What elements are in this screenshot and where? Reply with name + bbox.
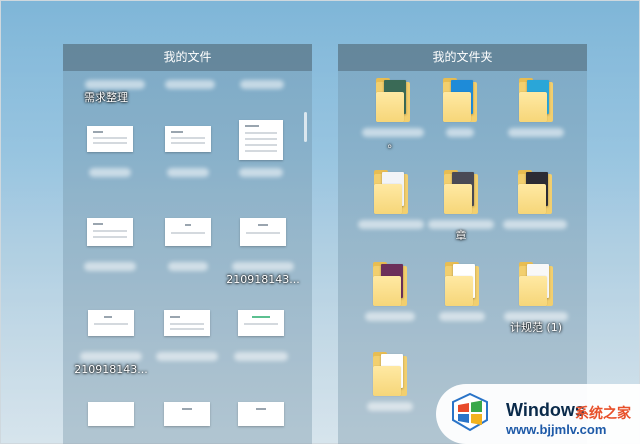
folder-label-blurred [428,220,494,229]
folder-label-blurred [508,128,564,137]
my-files-scrollbar[interactable] [304,112,307,142]
file-thumbnail [165,126,211,152]
file-label-blurred [167,168,209,177]
folder-label-blurred [446,128,474,137]
file-label-blurred [234,352,288,361]
file-label-blurred [239,168,283,177]
folder-item[interactable]: 。 [358,78,428,151]
file-label-blurred [232,262,294,271]
file-thumbnail [87,126,133,152]
file-label-blurred [85,80,145,89]
file-thumbnail [239,120,283,160]
my-files-title: 我的文件 [63,44,312,71]
folder-item[interactable] [354,170,428,229]
my-folders-title: 我的文件夹 [338,44,587,71]
file-label: 210918143... [226,273,300,286]
file-thumbnail [88,310,134,336]
file-label-blurred [84,262,136,271]
folder-label-blurred [362,128,424,137]
windows-logo-icon [452,392,488,432]
file-item[interactable]: 210918143... [74,310,148,377]
folder-label: 。 [387,137,399,150]
folder-icon [373,352,407,396]
file-thumbnail [240,218,286,246]
folder-icon [518,170,552,214]
folder-item[interactable]: 章 [424,170,498,243]
file-thumbnail [164,310,210,336]
folder-item[interactable] [500,170,570,229]
file-label: 需求整理 [84,91,128,104]
file-item[interactable] [160,80,220,89]
file-item[interactable] [158,126,218,177]
file-item[interactable]: 210918143... [226,218,300,287]
folder-item[interactable]: 计规范 (1) [500,262,572,335]
folder-label-blurred [365,312,415,321]
folder-icon [519,78,553,122]
file-thumbnail [88,402,134,426]
folder-item[interactable] [504,78,568,137]
folder-label: 计规范 (1) [509,321,563,334]
file-item[interactable] [158,218,218,271]
file-item[interactable] [80,126,140,177]
file-label: 210918143... [74,363,148,376]
file-thumbnail [164,402,210,426]
folder-icon [376,78,410,122]
file-label-blurred [165,80,215,89]
file-label-blurred [168,262,208,271]
file-item[interactable] [80,218,140,271]
folder-label-blurred [367,402,413,411]
folder-label-blurred [358,220,424,229]
file-thumbnail [238,310,284,336]
folder-icon [444,170,478,214]
file-item[interactable] [162,402,212,426]
file-label-blurred [156,352,218,361]
file-item[interactable]: 需求整理 [80,80,150,105]
file-item[interactable] [86,402,136,426]
file-item[interactable] [152,310,222,361]
folder-icon [374,170,408,214]
folder-label-blurred [503,220,567,229]
folder-item[interactable] [358,262,422,321]
folder-icon [445,262,479,306]
file-thumbnail [87,218,133,246]
folder-label-blurred [504,312,568,321]
folder-label: 章 [455,229,467,242]
folder-item[interactable] [362,352,418,411]
folder-item[interactable] [430,78,490,137]
folder-item[interactable] [432,262,492,321]
file-item[interactable] [230,310,292,361]
file-thumbnail [165,218,211,246]
file-item[interactable] [236,402,286,426]
folder-icon [443,78,477,122]
file-item[interactable] [233,120,289,177]
watermark-url: www.bjjmlv.com [506,422,607,437]
file-thumbnail [238,402,284,426]
file-label-blurred [240,80,284,89]
file-label-blurred [89,168,131,177]
watermark-cn: 系统之家 [575,406,631,422]
folder-label-blurred [439,312,485,321]
folder-icon [519,262,553,306]
file-label-blurred [80,352,142,361]
file-item[interactable] [232,80,292,89]
folder-icon [373,262,407,306]
watermark-badge: Windows 系统之家 www.bjjmlv.com [436,384,640,444]
watermark-title: Windows [506,400,585,420]
